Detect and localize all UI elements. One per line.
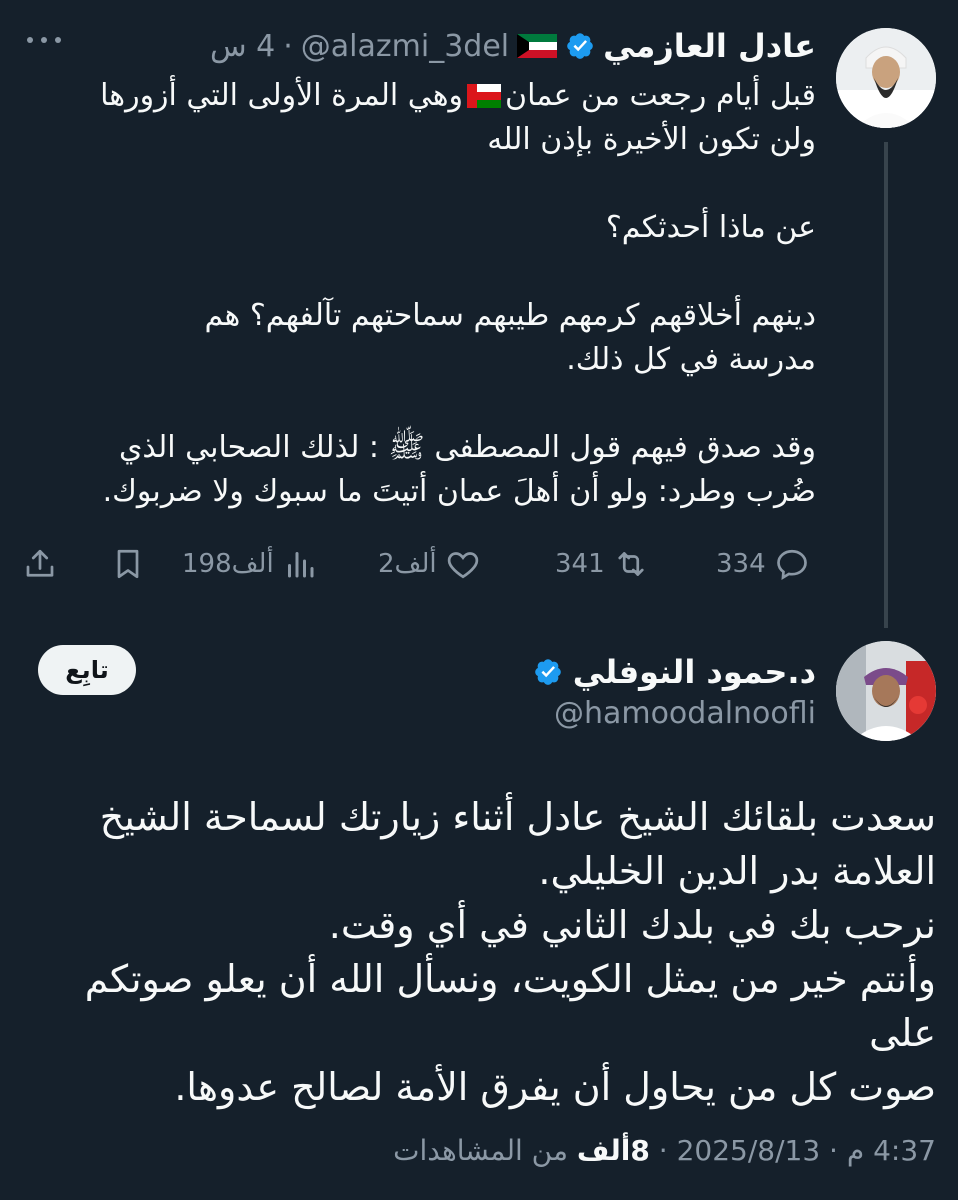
follow-button[interactable]: تابِع — [38, 645, 136, 695]
meta-separator: · — [658, 1134, 668, 1167]
author-name[interactable]: عادل العازمي — [603, 27, 816, 65]
tweet-date[interactable]: 2025/8/13 — [677, 1134, 821, 1167]
meta-separator: · — [829, 1134, 838, 1167]
tweet-line: وقد صدق فيهم قول المصطفى ﷺ : لذلك الصحاب… — [118, 430, 816, 465]
tweet-line: ضُرب وطرد: ولو أن أهلَ عمان أتيتَ ما سبو… — [102, 474, 816, 509]
reply-icon — [776, 549, 807, 581]
views-label: من المشاهدات — [393, 1134, 568, 1167]
tweet-time[interactable]: 4 س — [210, 29, 275, 64]
author-avatar[interactable] — [836, 28, 936, 128]
tweet-time[interactable]: 4:37 م — [847, 1134, 936, 1167]
original-tweet-text: قبل أيام رجعت من عمان وهي المرة الأولى ال… — [36, 74, 816, 514]
like-count: 2ألف — [378, 549, 437, 579]
original-tweet-header: عادل العازمي @alazmi_3del · 4 س — [210, 24, 816, 68]
views-icon — [287, 552, 314, 578]
bookmark-icon — [117, 549, 139, 579]
reply-tweet-text: سعدت بلقائك الشيخ عادل أثناء زيارتك لسما… — [36, 790, 936, 1114]
thread-connector-line — [884, 142, 888, 628]
tweet-line: عن ماذا أحدثكم؟ — [605, 210, 816, 245]
like-button[interactable]: 2ألف — [378, 540, 481, 588]
reply-author-avatar[interactable] — [836, 641, 936, 741]
tweet-line: وأنتم خير من يمثل الكويت، ونسأل الله أن … — [84, 957, 936, 1055]
tweet-line: دينهم أخلاقهم كرمهم طيبهم سماحتهم تآلفهم… — [204, 298, 816, 333]
oman-flag-icon — [467, 84, 502, 108]
tweet-line-part: وهي المرة الأولى التي أزورها — [100, 78, 464, 113]
tweet-line: نرحب بك في بلدك الثاني في أي وقت. — [328, 903, 936, 947]
tweet-line: العلامة بدر الدين الخليلي. — [538, 849, 936, 893]
tweet-line: قبل أيام رجعت من عمان وهي المرة الأولى ال… — [36, 74, 816, 118]
tweet-line-part: قبل أيام رجعت من عمان — [505, 78, 816, 113]
reply-button[interactable]: 334 — [716, 540, 810, 588]
verified-badge-icon — [567, 33, 593, 59]
tweet-thread-page: عادل العازمي @alazmi_3del · 4 س قبل أيام… — [0, 0, 958, 1200]
more-icon[interactable] — [24, 30, 64, 50]
tweet-line: ولن تكون الأخيرة بإذن الله — [487, 122, 816, 157]
share-icon — [26, 549, 54, 577]
tweet-line: صوت كل من يحاول أن يفرق الأمة لصالح عدوه… — [174, 1065, 936, 1109]
reply-author-row: د.حمود النوفلي — [533, 648, 816, 696]
tweet-line: سعدت بلقائك الشيخ عادل أثناء زيارتك لسما… — [99, 795, 936, 839]
retweet-icon — [618, 552, 644, 576]
retweet-count: 341 — [555, 549, 605, 579]
reply-author-handle[interactable]: @hamoodalnoofli — [554, 696, 816, 731]
reply-author-name[interactable]: د.حمود النوفلي — [573, 653, 816, 691]
reply-count: 334 — [716, 549, 766, 579]
views-button[interactable]: 198ألف — [182, 540, 318, 588]
kuwait-flag-icon — [517, 34, 558, 58]
retweet-button[interactable]: 341 — [555, 540, 649, 588]
views-count: 198ألف — [182, 549, 274, 579]
like-icon — [447, 552, 478, 579]
author-handle[interactable]: @alazmi_3del — [301, 29, 509, 64]
tweet-meta: 4:37 م · 2025/8/13 · 8ألف من المشاهدات — [393, 1134, 936, 1167]
verified-badge-icon — [534, 659, 561, 685]
header-separator: · — [283, 28, 293, 64]
views-count[interactable]: 8ألف — [577, 1134, 650, 1167]
share-button[interactable] — [22, 540, 58, 588]
bookmark-button[interactable] — [110, 540, 146, 588]
tweet-line: مدرسة في كل ذلك. — [566, 342, 816, 377]
